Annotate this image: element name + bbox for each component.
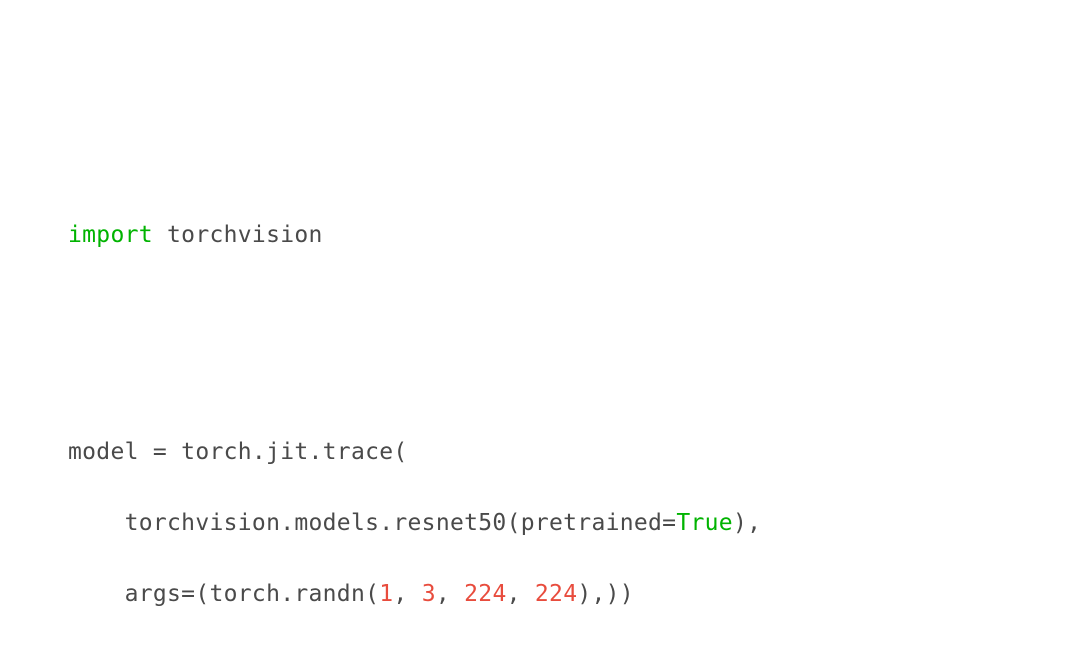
code-text: model = torch.jit.trace( — [68, 439, 408, 465]
code-text: , — [436, 581, 464, 607]
keyword-import: import — [68, 222, 153, 248]
code-text: , — [507, 581, 535, 607]
code-line-4: args=(torch.randn(1, 3, 224, 224),)) — [68, 577, 1080, 613]
code-snippet: import torchvision model = torch.jit.tra… — [68, 182, 1080, 648]
number-literal: 3 — [422, 581, 436, 607]
code-text: args=(torch.randn( — [125, 581, 380, 607]
number-literal: 224 — [464, 581, 506, 607]
code-text: ),)) — [577, 581, 634, 607]
indent — [68, 581, 125, 607]
code-text: torchvision.models.resnet50(pretrained= — [125, 510, 677, 536]
keyword-true: True — [676, 510, 733, 536]
number-literal: 224 — [535, 581, 577, 607]
code-line-3: torchvision.models.resnet50(pretrained=T… — [68, 506, 1080, 542]
code-line-1: import torchvision — [68, 218, 1080, 254]
indent — [68, 510, 125, 536]
code-text: torchvision — [153, 222, 323, 248]
code-line-2: model = torch.jit.trace( — [68, 435, 1080, 471]
blank-lines — [68, 289, 1080, 399]
code-text: , — [393, 581, 421, 607]
code-text: ), — [733, 510, 761, 536]
number-literal: 1 — [379, 581, 393, 607]
